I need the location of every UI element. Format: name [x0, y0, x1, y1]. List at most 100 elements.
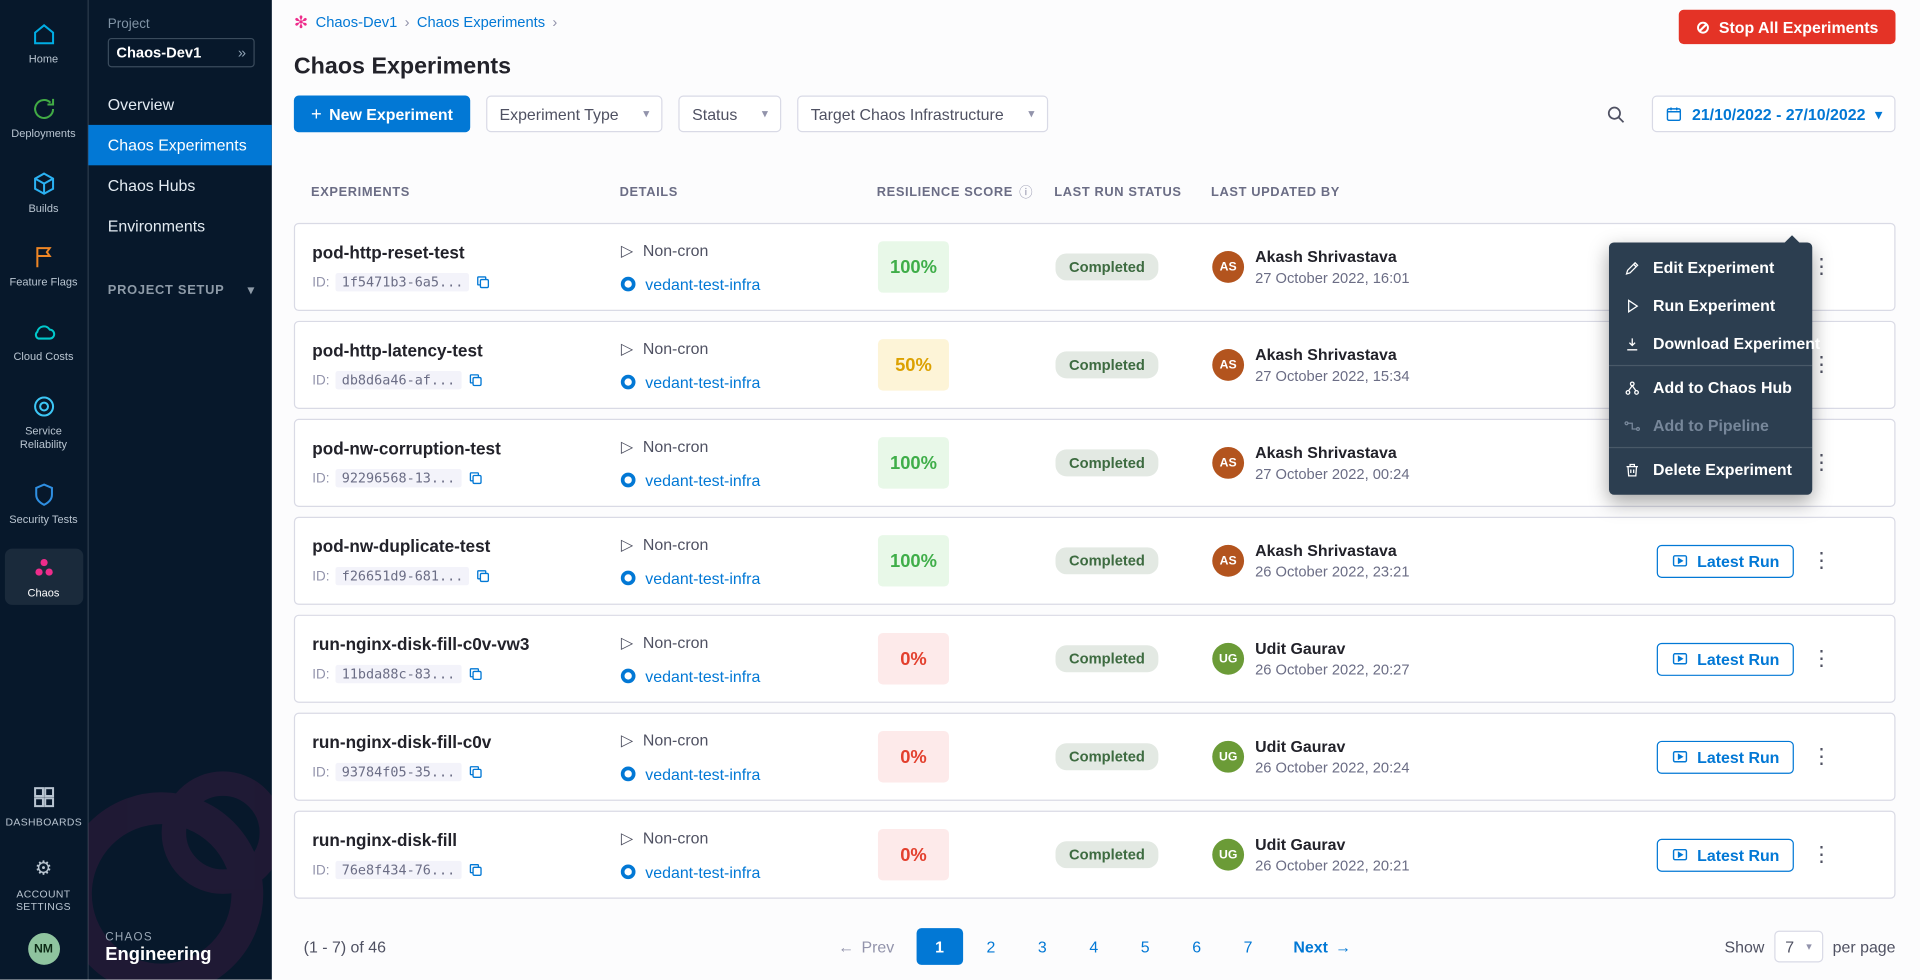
- page-button[interactable]: 2: [968, 928, 1015, 965]
- updated-timestamp: 27 October 2022, 15:34: [1255, 367, 1409, 384]
- stop-all-experiments-button[interactable]: ⊘ Stop All Experiments: [1679, 10, 1896, 44]
- breadcrumb: ✻ Chaos-Dev1 › Chaos Experiments ›: [294, 10, 557, 31]
- menu-item-delete-experiment[interactable]: Delete Experiment: [1609, 451, 1812, 489]
- chevron-down-icon: ▾: [1028, 107, 1034, 120]
- page-button[interactable]: 7: [1225, 928, 1272, 965]
- nav-rail-label: ACCOUNT SETTINGS: [6, 887, 82, 912]
- page-button[interactable]: 6: [1173, 928, 1220, 965]
- infrastructure-icon: [621, 277, 636, 292]
- search-icon[interactable]: [1598, 96, 1635, 133]
- avatar: AS: [1212, 545, 1244, 577]
- target-infrastructure-filter[interactable]: Target Chaos Infrastructure ▾: [797, 96, 1047, 133]
- project-selector[interactable]: Chaos-Dev1 »: [108, 38, 255, 67]
- infrastructure-link[interactable]: vedant-test-infra: [645, 373, 760, 391]
- nav-rail-item-chaos[interactable]: Chaos: [4, 549, 82, 605]
- menu-item-run-experiment[interactable]: Run Experiment: [1609, 287, 1812, 325]
- infrastructure-link[interactable]: vedant-test-infra: [645, 765, 760, 783]
- sidebar-item-chaos-hubs[interactable]: Chaos Hubs: [88, 165, 272, 205]
- copy-icon[interactable]: [476, 568, 492, 584]
- copy-icon[interactable]: [467, 764, 483, 780]
- nav-rail-item-account-settings[interactable]: ⚙ ACCOUNT SETTINGS: [4, 849, 82, 917]
- page-button[interactable]: 4: [1071, 928, 1118, 965]
- copy-icon[interactable]: [467, 470, 483, 486]
- project-setup-toggle[interactable]: PROJECT SETUP ▾: [88, 283, 272, 298]
- latest-run-button[interactable]: Latest Run: [1657, 642, 1794, 675]
- new-experiment-button[interactable]: + New Experiment: [294, 96, 470, 133]
- nav-rail-item-deployments[interactable]: Deployments: [4, 89, 82, 145]
- service-reliability-icon: [29, 392, 58, 421]
- column-resilience-score: RESILIENCE SCORE ⓘ: [877, 182, 1055, 202]
- menu-item-download-experiment[interactable]: Download Experiment: [1609, 324, 1812, 362]
- copy-icon[interactable]: [467, 862, 483, 878]
- expand-sidebar-icon[interactable]: »: [238, 44, 246, 61]
- app-root: Home Deployments Builds Feature Flags: [0, 0, 1920, 980]
- experiment-name[interactable]: run-nginx-disk-fill-c0v: [312, 732, 621, 752]
- copy-icon[interactable]: [467, 666, 483, 682]
- user-avatar[interactable]: NM: [28, 933, 60, 965]
- nav-rail-item-builds[interactable]: Builds: [4, 164, 82, 220]
- chevron-down-icon: ▾: [762, 107, 768, 120]
- date-range-picker[interactable]: 21/10/2022 - 27/10/2022 ▾: [1652, 96, 1896, 133]
- table-row[interactable]: run-nginx-disk-fill ID: 76e8f434-76... ▷…: [294, 811, 1896, 899]
- menu-item-add-to-pipeline[interactable]: Add to Pipeline: [1609, 407, 1812, 445]
- page-button[interactable]: 3: [1019, 928, 1066, 965]
- experiment-name[interactable]: run-nginx-disk-fill-c0v-vw3: [312, 634, 621, 654]
- experiment-actions-menu: Edit Experiment Run Experiment Download …: [1609, 242, 1812, 494]
- project-sidebar: Project Chaos-Dev1 » Overview Chaos Expe…: [88, 0, 272, 980]
- infrastructure-link[interactable]: vedant-test-infra: [645, 275, 760, 293]
- menu-item-edit-experiment[interactable]: Edit Experiment: [1609, 249, 1812, 287]
- kebab-menu-icon[interactable]: ⋮: [1801, 740, 1841, 773]
- feature-flags-icon: [29, 243, 58, 272]
- experiment-name[interactable]: pod-http-latency-test: [312, 340, 621, 360]
- nav-rail-item-dashboards[interactable]: DASHBOARDS: [4, 778, 82, 833]
- nav-rail-item-service-reliability[interactable]: Service Reliability: [4, 387, 82, 456]
- experiment-name[interactable]: pod-http-reset-test: [312, 242, 621, 262]
- nav-rail-label: Chaos: [28, 587, 60, 600]
- experiment-type-filter[interactable]: Experiment Type ▾: [486, 96, 663, 133]
- id-label: ID:: [312, 863, 329, 878]
- breadcrumb-link-experiments[interactable]: Chaos Experiments: [417, 13, 545, 30]
- nav-rail-item-home[interactable]: Home: [4, 15, 82, 71]
- kebab-menu-icon[interactable]: ⋮: [1801, 838, 1841, 871]
- copy-icon[interactable]: [476, 274, 492, 290]
- next-page-button[interactable]: Next→: [1293, 937, 1351, 955]
- sidebar-item-overview[interactable]: Overview: [88, 84, 272, 124]
- page-button[interactable]: 1: [916, 928, 963, 965]
- run-report-icon: [1671, 650, 1688, 667]
- prev-page-button[interactable]: ←Prev: [838, 937, 894, 955]
- sidebar-item-chaos-experiments[interactable]: Chaos Experiments: [88, 125, 272, 165]
- column-last-updated-by: LAST UPDATED BY: [1211, 185, 1591, 200]
- sidebar-item-environments[interactable]: Environments: [88, 206, 272, 246]
- updated-timestamp: 26 October 2022, 20:21: [1255, 857, 1409, 874]
- info-icon[interactable]: ⓘ: [1019, 182, 1033, 202]
- table-row[interactable]: run-nginx-disk-fill-c0v-vw3 ID: 11bda88c…: [294, 615, 1896, 703]
- status-filter[interactable]: Status ▾: [679, 96, 782, 133]
- infrastructure-link[interactable]: vedant-test-infra: [645, 569, 760, 587]
- nav-rail-item-feature-flags[interactable]: Feature Flags: [4, 238, 82, 294]
- infrastructure-icon: [621, 571, 636, 586]
- project-name: Chaos-Dev1: [116, 44, 201, 61]
- infrastructure-link[interactable]: vedant-test-infra: [645, 667, 760, 685]
- kebab-menu-icon[interactable]: ⋮: [1801, 642, 1841, 675]
- table-row[interactable]: pod-nw-duplicate-test ID: f26651d9-681..…: [294, 517, 1896, 605]
- chevron-down-icon: ▾: [1875, 106, 1882, 122]
- kebab-menu-icon[interactable]: ⋮: [1801, 544, 1841, 577]
- nav-rail-item-cloud-costs[interactable]: Cloud Costs: [4, 312, 82, 368]
- page-button[interactable]: 5: [1122, 928, 1169, 965]
- menu-item-add-to-chaos-hub[interactable]: Add to Chaos Hub: [1609, 369, 1812, 407]
- copy-icon[interactable]: [467, 372, 483, 388]
- infrastructure-link[interactable]: vedant-test-infra: [645, 863, 760, 881]
- experiment-name[interactable]: pod-nw-duplicate-test: [312, 536, 621, 556]
- latest-run-button[interactable]: Latest Run: [1657, 838, 1794, 871]
- experiment-name[interactable]: pod-nw-corruption-test: [312, 438, 621, 458]
- latest-run-button[interactable]: Latest Run: [1657, 740, 1794, 773]
- cron-type: Non-cron: [643, 437, 708, 455]
- nav-rail-item-security-tests[interactable]: Security Tests: [4, 475, 82, 531]
- infrastructure-link[interactable]: vedant-test-infra: [645, 471, 760, 489]
- table-row[interactable]: run-nginx-disk-fill-c0v ID: 93784f05-35.…: [294, 713, 1896, 801]
- latest-run-button[interactable]: Latest Run: [1657, 544, 1794, 577]
- breadcrumb-link-project[interactable]: Chaos-Dev1: [316, 13, 398, 30]
- page-size-select[interactable]: 7 ▾: [1774, 931, 1823, 963]
- experiment-name[interactable]: run-nginx-disk-fill: [312, 830, 621, 850]
- chaos-icon: [29, 554, 58, 583]
